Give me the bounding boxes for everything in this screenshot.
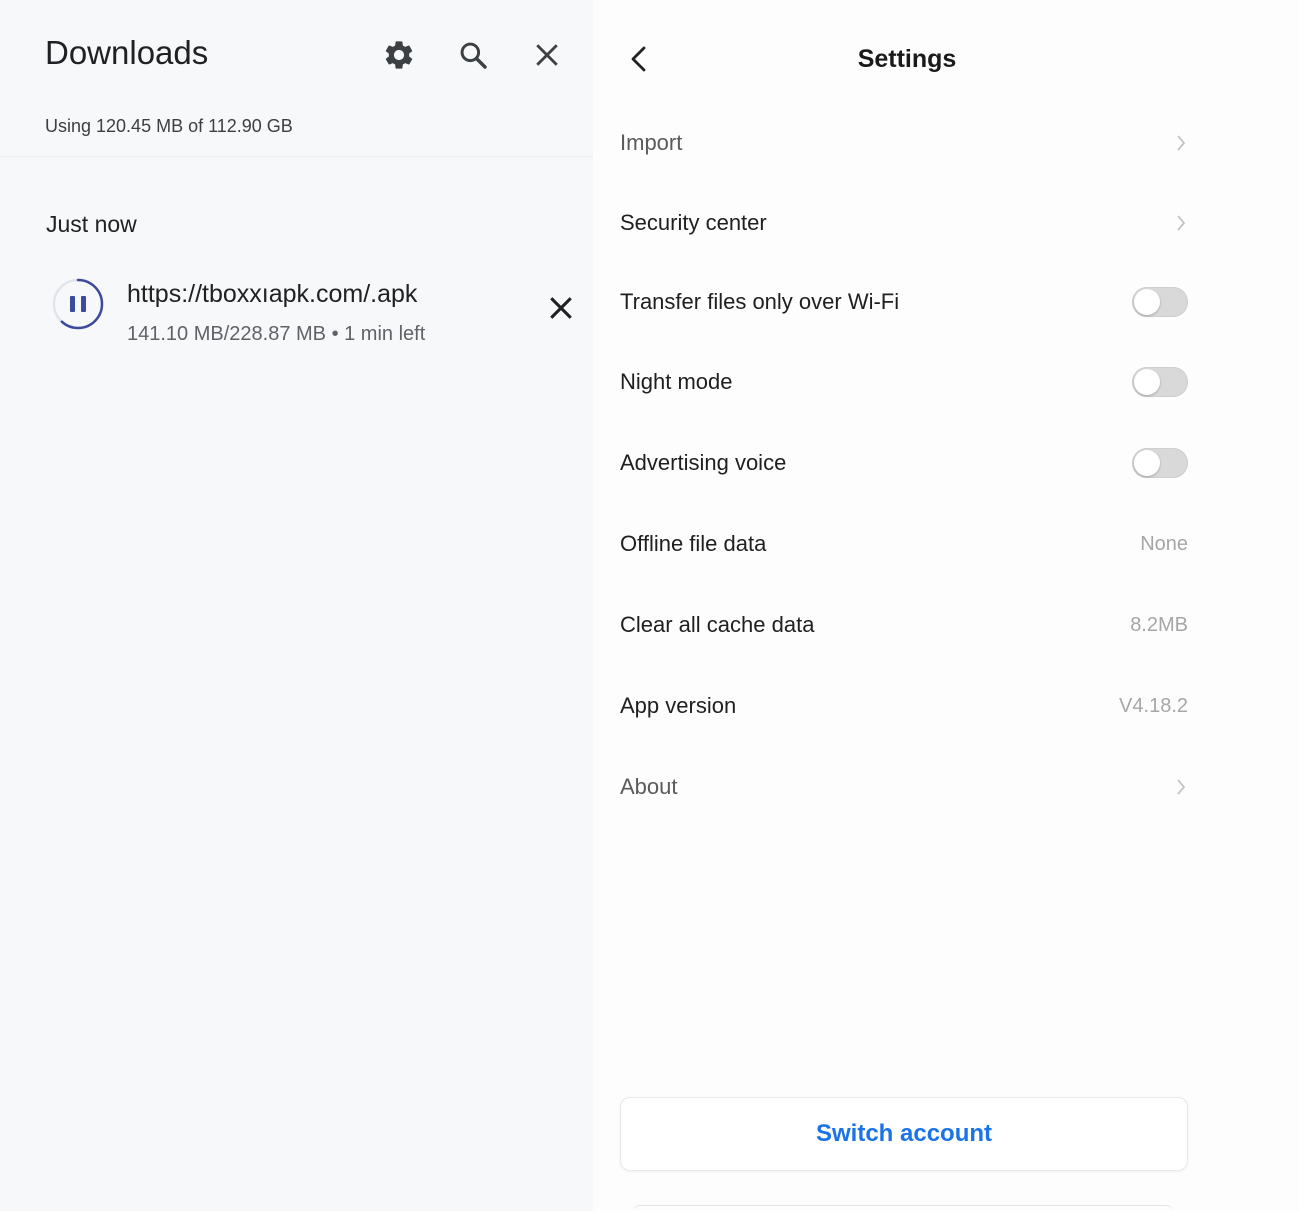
app-version-value: V4.18.2 [1119,694,1188,717]
download-url: https://tboxxıapk.com/.apk [127,280,418,308]
settings-row-advertising-voice: Advertising voice [620,438,1188,488]
chevron-right-icon [1174,777,1188,797]
section-label-just-now: Just now [46,211,137,237]
settings-panel: Settings Import Security center Transfer… [593,0,1299,1211]
search-icon[interactable] [454,36,492,74]
toggle-knob [1134,450,1160,476]
chevron-right-icon [1174,133,1188,153]
row-label: About [620,774,678,799]
settings-row-security-center[interactable]: Security center [620,198,1188,248]
row-label: Clear all cache data [620,612,815,637]
download-progress-text: 141.10 MB/228.87 MB • 1 min left [127,323,426,345]
downloads-panel: Downloads Using 120.45 MB of 112.90 GB J… [0,0,593,1211]
settings-title: Settings [857,45,957,73]
settings-row-import[interactable]: Import [620,118,1188,168]
close-icon[interactable] [528,36,566,74]
settings-row-offline-file-data[interactable]: Offline file data None [620,519,1188,569]
cache-size-value: 8.2MB [1130,613,1188,636]
toggle-knob [1134,289,1160,315]
row-label: App version [620,693,737,718]
header-divider [0,156,593,157]
advertising-voice-toggle[interactable] [1132,448,1188,478]
toggle-knob [1134,369,1160,395]
downloads-title: Downloads [45,34,209,71]
row-label: Offline file data [620,531,767,556]
offline-file-data-value: None [1140,532,1188,555]
row-label: Advertising voice [620,450,787,475]
gear-icon[interactable] [380,36,418,74]
settings-row-app-version: App version V4.18.2 [620,681,1188,731]
cancel-icon[interactable] [543,290,579,326]
night-mode-toggle[interactable] [1132,367,1188,397]
row-label: Security center [620,210,767,235]
settings-row-clear-cache[interactable]: Clear all cache data 8.2MB [620,600,1188,650]
row-label: Import [620,130,683,155]
chevron-right-icon [1174,213,1188,233]
switch-account-button[interactable]: Switch account [620,1097,1188,1171]
pause-icon[interactable] [50,276,106,332]
download-item[interactable]: https://tboxxıapk.com/.apk 141.10 MB/228… [40,268,593,358]
row-label: Transfer files only over Wi-Fi [620,289,900,314]
row-label: Night mode [620,369,733,394]
wifi-only-toggle[interactable] [1132,287,1188,317]
settings-row-about[interactable]: About [620,762,1188,812]
storage-usage-text: Using 120.45 MB of 112.90 GB [45,116,293,136]
settings-row-night-mode: Night mode [620,357,1188,407]
settings-row-wifi-only: Transfer files only over Wi-Fi [620,277,1188,327]
